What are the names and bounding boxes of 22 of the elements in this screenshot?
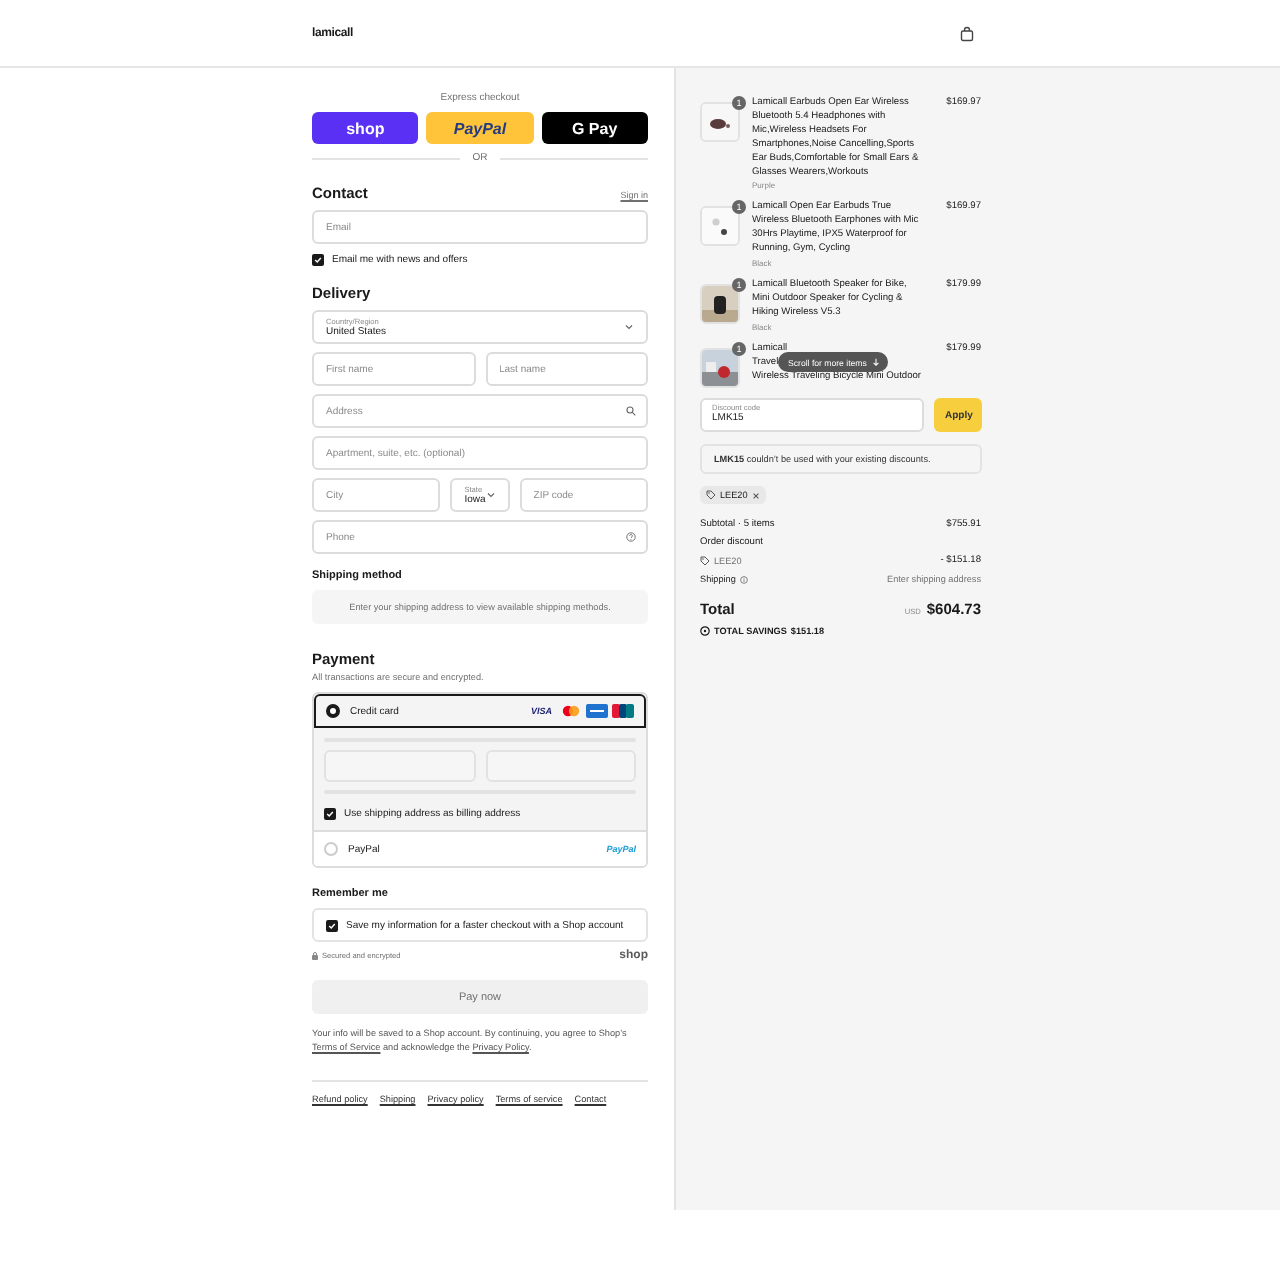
radio-button[interactable] (326, 704, 340, 718)
help-icon[interactable] (626, 532, 636, 542)
close-icon[interactable] (751, 491, 760, 499)
mastercard-icon (560, 704, 582, 718)
shop-pay-button[interactable]: shop (312, 112, 419, 144)
checkbox[interactable] (324, 808, 336, 820)
checkbox[interactable] (312, 254, 324, 266)
paypal-pay-button[interactable]: PayPal (426, 112, 534, 144)
arrow-down-icon (872, 358, 881, 366)
gpay-pay-button[interactable]: G Pay (541, 112, 648, 144)
chevron-down-icon (485, 490, 496, 500)
savings-tag-icon (700, 626, 710, 636)
amex-icon (586, 704, 608, 718)
info-icon[interactable] (739, 575, 748, 583)
lock-icon (312, 952, 318, 960)
search-icon (626, 406, 636, 416)
shopping-bag-icon[interactable] (960, 25, 974, 41)
tag-icon (706, 490, 716, 500)
checkbox[interactable] (326, 919, 338, 931)
chevron-down-icon (624, 322, 634, 332)
unionpay-icon (612, 704, 634, 718)
tag-icon (700, 556, 710, 566)
